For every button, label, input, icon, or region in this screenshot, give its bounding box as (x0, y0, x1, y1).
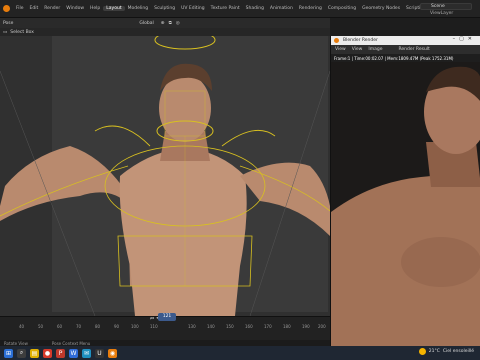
tab-rendering[interactable]: Rendering (296, 6, 325, 11)
blender-logo-icon (334, 38, 339, 43)
weather-widget[interactable]: 21°C Ciel ensoleillé (418, 348, 474, 355)
status-pose-context: Pose Context Menu (51, 340, 91, 346)
render-slot-selector[interactable]: Render Result (398, 47, 429, 52)
character-rig-view (0, 36, 330, 316)
tick: 50 (38, 324, 44, 329)
viewport-header: Pose Global ⊕ ⧉ ◎ (0, 18, 330, 28)
render-window-title: Blender Render (343, 38, 378, 43)
tab-compositing[interactable]: Compositing (325, 6, 359, 11)
unreal-icon[interactable]: U (95, 348, 104, 358)
sun-icon (418, 348, 426, 355)
current-frame-playhead[interactable]: 121 (158, 313, 176, 321)
select-box-icon[interactable]: ▭ (0, 30, 7, 35)
3d-viewport[interactable] (0, 36, 330, 316)
render-info: Frame:1 | Time:00:02.07 | Mem:1809.47M (… (331, 54, 480, 62)
menu-image[interactable]: Image (368, 47, 382, 52)
scene-selector[interactable]: Scene (420, 3, 472, 10)
menu-edit[interactable]: Edit (27, 6, 42, 11)
tick: 130 (188, 324, 196, 329)
os-taskbar: ⊞ ⌕ ▤ ● P W ✉ U ◉ (0, 346, 480, 360)
photoshop-icon[interactable]: P (56, 348, 65, 358)
app-icon[interactable]: W (69, 348, 78, 358)
tick: 180 (283, 324, 291, 329)
select-box-tool[interactable]: Select Box (7, 30, 37, 35)
menu-view-2[interactable]: View (352, 47, 363, 52)
transform-pivot-icon[interactable]: ⊕ (161, 21, 165, 26)
render-chest-shadow (401, 237, 480, 287)
character-head (159, 74, 211, 142)
weather-temp: 21°C (428, 349, 440, 354)
menu-view[interactable]: View (335, 47, 346, 52)
blender-taskbar-icon[interactable]: ◉ (108, 348, 117, 358)
tick: 70 (76, 324, 82, 329)
menu-render[interactable]: Render (41, 6, 63, 11)
tick: 170 (264, 324, 272, 329)
tab-uv-editing[interactable]: UV Editing (178, 6, 207, 11)
menu-window[interactable]: Window (63, 6, 87, 11)
workspace-menu-bar: File Edit Render Window Help Layout Mode… (0, 0, 480, 18)
render-window-menu: View View Image Render Result (331, 45, 480, 54)
tick: 40 (19, 324, 25, 329)
rendered-character (331, 62, 480, 346)
tab-layout[interactable]: Layout (103, 6, 125, 11)
orientation-selector[interactable]: Global (136, 21, 156, 26)
render-window: Blender Render –▢✕ View View Image Rende… (330, 36, 480, 346)
window-controls[interactable]: –▢✕ (453, 36, 476, 42)
character-torso (119, 148, 247, 316)
tool-header: ▭ Select Box (0, 28, 330, 36)
tick: 100 (131, 324, 139, 329)
weather-desc: Ciel ensoleillé (442, 349, 474, 354)
render-result-image[interactable] (331, 62, 480, 346)
rig-shoulder-right (221, 129, 276, 147)
tick: 90 (114, 324, 120, 329)
render-window-titlebar: Blender Render –▢✕ (331, 36, 480, 45)
tick: 110 (150, 324, 158, 329)
timeline-ruler[interactable]: 40 50 60 70 80 90 100 110 130 140 150 16… (0, 322, 330, 330)
tab-modeling[interactable]: Modeling (125, 6, 151, 11)
rig-head-circle (154, 36, 216, 50)
app-icon[interactable]: ✉ (82, 348, 91, 358)
menu-help[interactable]: Help (87, 6, 103, 11)
view-layer-selector[interactable]: ViewLayer (420, 11, 472, 17)
character-right-arm (240, 162, 330, 236)
tab-sculpting[interactable]: Sculpting (151, 6, 178, 11)
menu-file[interactable]: File (13, 6, 27, 11)
mode-selector[interactable]: Pose (0, 21, 16, 26)
rig-shoulder-left (94, 125, 151, 147)
search-icon[interactable]: ⌕ (17, 348, 26, 358)
tab-geometry-nodes[interactable]: Geometry Nodes (359, 6, 403, 11)
tick: 190 (302, 324, 310, 329)
file-explorer-icon[interactable]: ▤ (30, 348, 39, 358)
tick: 60 (57, 324, 63, 329)
tab-texture-paint[interactable]: Texture Paint (208, 6, 243, 11)
tick: 150 (226, 324, 234, 329)
tab-shading[interactable]: Shading (243, 6, 267, 11)
status-rotate-view: Rotate View (4, 340, 28, 346)
start-icon[interactable]: ⊞ (4, 348, 13, 358)
tab-animation[interactable]: Animation (267, 6, 296, 11)
snap-icon[interactable]: ⧉ (169, 20, 172, 26)
blender-logo-icon[interactable] (3, 5, 10, 12)
browser-icon[interactable]: ● (43, 348, 52, 358)
tick: 160 (245, 324, 253, 329)
tick: 200 (318, 324, 326, 329)
proportional-icon[interactable]: ◎ (176, 21, 180, 26)
tick: 80 (95, 324, 101, 329)
tick: 140 (207, 324, 215, 329)
